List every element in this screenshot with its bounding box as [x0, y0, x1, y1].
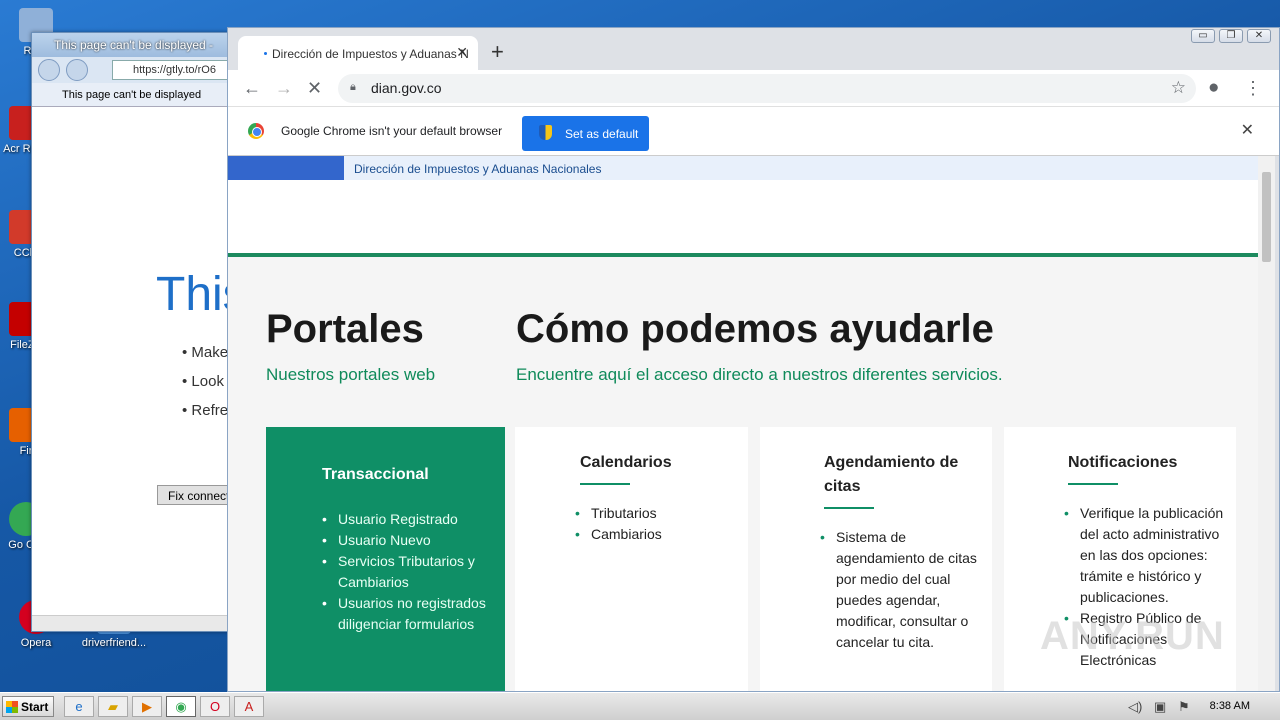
ie-horizontal-scrollbar[interactable] — [32, 615, 230, 631]
card-title: Transaccional — [322, 466, 429, 483]
default-browser-infobar: Google Chrome isn't your default browser… — [228, 107, 1279, 156]
page-vertical-scrollbar[interactable] — [1258, 156, 1275, 691]
card-transaccional[interactable]: Transaccional Usuario Registrado Usuario… — [266, 427, 505, 691]
set-as-default-label: Set as default — [565, 127, 639, 141]
card-list: Sistema de agendamiento de citas por med… — [820, 527, 982, 653]
card-calendarios[interactable]: Calendarios Tributarios Cambiarios — [515, 427, 748, 691]
new-tab-button[interactable]: + — [491, 41, 504, 63]
chrome-toolbar: ← → ✕ 🔒︎ dian.gov.co ☆ ● ⋮ — [228, 70, 1279, 107]
volume-icon[interactable]: ◁) — [1128, 699, 1142, 715]
ie-bullet: • Look — [182, 373, 224, 390]
list-item[interactable]: Servicios Tributarios y Cambiarios — [322, 551, 492, 593]
taskbar-explorer-icon[interactable]: ▰ — [98, 696, 128, 717]
header-blue-block — [228, 156, 344, 180]
chrome-window[interactable]: Dirección de Impuestos y Aduanas N ✕ + ▭… — [227, 27, 1280, 692]
address-bar[interactable]: 🔒︎ dian.gov.co ☆ — [338, 74, 1196, 103]
taskbar-acrobat-icon[interactable]: A — [234, 696, 264, 717]
forward-icon[interactable] — [66, 59, 88, 81]
ie-address-text: https://gtly.to/rO6 — [133, 64, 216, 76]
header-strip-text[interactable]: Dirección de Impuestos y Aduanas Naciona… — [354, 162, 601, 176]
list-item[interactable]: Cambiarios — [575, 524, 735, 545]
list-item[interactable]: Verifique la publicación del acto admini… — [1064, 503, 1230, 608]
ie-content: This • Make • Look • Refre Fix connect — [32, 107, 230, 607]
card-title: Calendarios — [580, 454, 672, 471]
profile-icon[interactable]: ● — [1208, 77, 1219, 99]
ie-bullet: • Make — [182, 344, 229, 361]
ie-error-heading: This — [156, 268, 230, 321]
maximize-button[interactable]: ❐ — [1219, 29, 1243, 43]
taskbar-media-player-icon[interactable]: ▶ — [132, 696, 162, 717]
card-underline — [580, 483, 630, 485]
lock-icon[interactable]: 🔒︎ — [350, 81, 356, 94]
ayuda-title: Cómo podemos ayudarle — [516, 307, 994, 351]
start-label: Start — [21, 700, 49, 714]
window-controls: ▭ ❐ ✕ — [1191, 29, 1271, 43]
menu-icon[interactable]: ⋮ — [1244, 77, 1262, 99]
ie-window[interactable]: This page can't be displayed - https://g… — [31, 32, 231, 632]
ie-bullet: • Refre — [182, 402, 229, 419]
tab-title: Dirección de Impuestos y Aduanas N — [272, 47, 469, 61]
taskbar: Start e ▰ ▶ ◉ O A ◁) ▣ ⚑ 8:38 AM — [0, 692, 1280, 720]
portales-title: Portales — [266, 307, 424, 351]
ie-address-bar[interactable]: https://gtly.to/rO6 — [112, 60, 230, 80]
list-item[interactable]: Tributarios — [575, 503, 735, 524]
fix-connection-button[interactable]: Fix connect — [157, 485, 230, 505]
url-text: dian.gov.co — [371, 80, 442, 96]
card-title: Notificaciones — [1068, 454, 1178, 471]
web-page: Dirección de Impuestos y Aduanas Naciona… — [228, 156, 1258, 691]
taskbar-chrome-icon[interactable]: ◉ — [166, 696, 196, 717]
card-title: Agendamiento de citas — [824, 454, 959, 495]
action-center-flag-icon[interactable]: ⚑ — [1178, 699, 1190, 715]
list-item[interactable]: Usuario Registrado — [322, 509, 492, 530]
scrollbar-thumb[interactable] — [1262, 172, 1271, 262]
stop-loading-icon[interactable]: ✕ — [307, 77, 322, 99]
close-window-button[interactable]: ✕ — [1247, 29, 1271, 43]
card-underline — [1068, 483, 1118, 485]
card-list: Usuario Registrado Usuario Nuevo Servici… — [322, 509, 492, 635]
header-strip: Dirección de Impuestos y Aduanas Naciona… — [228, 156, 1258, 180]
list-item[interactable]: Sistema de agendamiento de citas por med… — [820, 527, 982, 653]
ie-titlebar[interactable]: This page can't be displayed - — [32, 33, 230, 57]
bookmark-star-icon[interactable]: ☆ — [1171, 78, 1186, 98]
start-button[interactable]: Start — [2, 696, 54, 717]
list-item[interactable]: Usuario Nuevo — [322, 530, 492, 551]
tab-close-icon[interactable]: ✕ — [456, 44, 468, 61]
ie-tab-label: This page can't be displayed — [62, 89, 202, 101]
ie-title-text: This page can't be displayed - — [54, 38, 214, 52]
card-underline — [824, 507, 874, 509]
portales-subtitle: Nuestros portales web — [266, 365, 436, 384]
list-item[interactable]: Usuarios no registrados diligenciar form… — [322, 593, 492, 635]
shield-icon — [539, 125, 552, 140]
back-icon[interactable] — [38, 59, 60, 81]
clock[interactable]: 8:38 AM — [1210, 700, 1250, 712]
set-as-default-button[interactable]: Set as default — [522, 116, 649, 151]
ie-navbar: https://gtly.to/rO6 — [32, 57, 230, 83]
chrome-tabbar: Dirección de Impuestos y Aduanas N ✕ + ▭… — [228, 28, 1279, 70]
back-arrow-icon[interactable]: ← — [243, 77, 261, 99]
infobar-message: Google Chrome isn't your default browser — [281, 124, 503, 138]
ie-tab[interactable]: This page can't be displayed — [32, 83, 230, 107]
windows-logo-icon — [6, 701, 18, 713]
infobar-close-icon[interactable]: ✕ — [1241, 120, 1254, 140]
network-icon[interactable]: ▣ — [1154, 699, 1166, 715]
minimize-button[interactable]: ▭ — [1191, 29, 1215, 43]
chrome-logo-icon — [248, 123, 264, 139]
chrome-tab[interactable]: Dirección de Impuestos y Aduanas N ✕ — [238, 36, 478, 70]
ayuda-subtitle: Encuentre aquí el acceso directo a nuest… — [516, 365, 1003, 384]
loading-icon — [264, 52, 267, 55]
card-agendamiento[interactable]: Agendamiento de citas Sistema de agendam… — [760, 427, 992, 691]
card-list: Tributarios Cambiarios — [575, 503, 735, 545]
taskbar-opera-icon[interactable]: O — [200, 696, 230, 717]
forward-arrow-icon[interactable]: → — [275, 77, 293, 99]
taskbar-ie-icon[interactable]: e — [64, 696, 94, 717]
anyrun-watermark: ANY.RUN — [1040, 614, 1225, 658]
